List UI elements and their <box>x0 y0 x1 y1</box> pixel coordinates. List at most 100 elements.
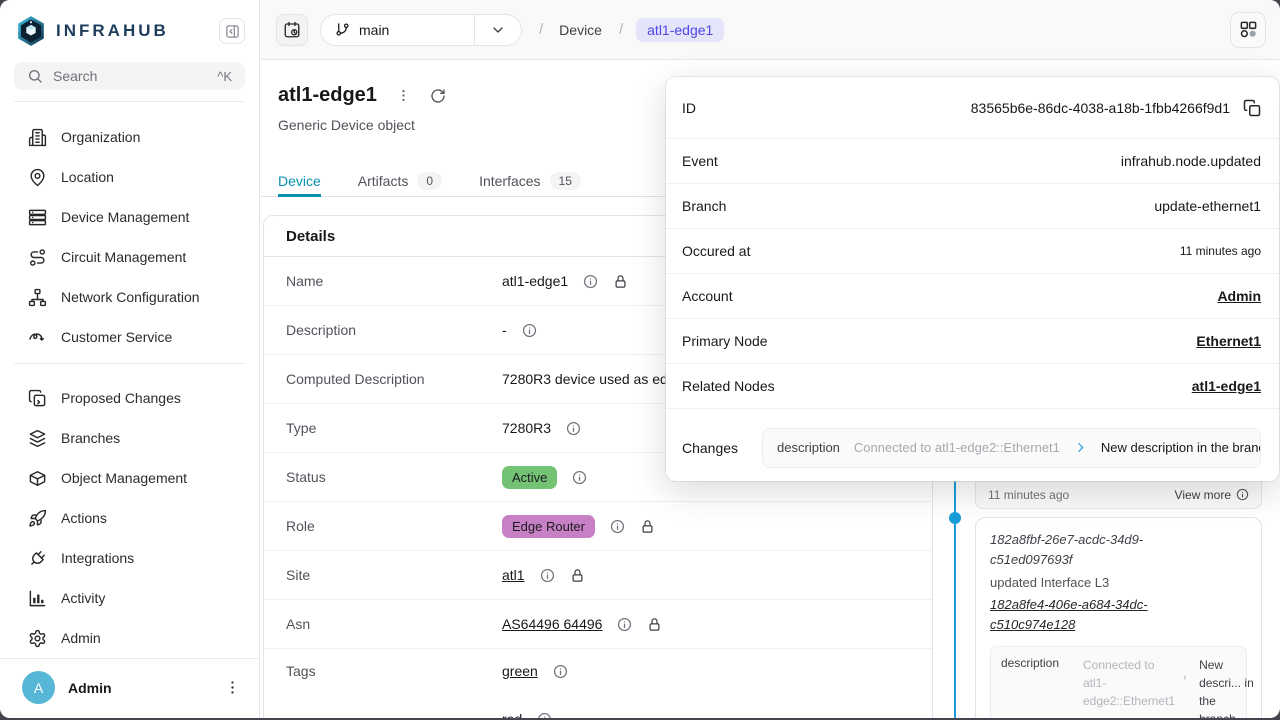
logo-text: INFRAHUB <box>56 21 219 41</box>
refresh-icon[interactable] <box>430 88 446 104</box>
info-icon[interactable] <box>572 470 587 485</box>
sidebar-item-integrations[interactable]: Integrations <box>0 538 259 578</box>
tag-link-green[interactable]: green <box>502 663 538 679</box>
copy-icon[interactable] <box>1243 99 1261 117</box>
sidebar-item-label: Proposed Changes <box>61 390 181 406</box>
diff-icon <box>28 389 47 408</box>
overlay-label: Branch <box>682 198 726 214</box>
layers-icon <box>28 429 47 448</box>
event-node-link[interactable]: 182a8fe4-406e-a684-34dc-c510c974e128 <box>990 595 1222 635</box>
overlay-label: Related Nodes <box>682 378 775 394</box>
detail-value: 7280R3 <box>502 420 551 436</box>
tab-label: Artifacts <box>358 173 409 189</box>
info-icon[interactable] <box>583 274 598 289</box>
tab-badge: 15 <box>550 172 581 190</box>
cube-icon <box>28 469 47 488</box>
event-change-card: description Connected to atl1-edge2::Eth… <box>990 646 1247 718</box>
event-uuid: 83565b6e-86dc-4038-a18b-1fbb4266f9d1 <box>971 100 1230 116</box>
info-icon[interactable] <box>610 519 625 534</box>
chevron-right-icon: › <box>1183 656 1191 683</box>
server-icon <box>28 208 47 227</box>
sidebar-item-proposed-changes[interactable]: Proposed Changes <box>0 378 259 418</box>
overlay-row-id: ID 83565b6e-86dc-4038-a18b-1fbb4266f9d1 <box>666 77 1279 139</box>
page-header: atl1-edge1 <box>278 84 446 107</box>
map-pin-icon <box>28 168 47 187</box>
event-id: 182a8fbf-26e7-acdc-34d9-c51ed097693f <box>990 530 1222 570</box>
calendar-clock-icon <box>283 21 301 39</box>
detail-label: Tags <box>286 663 502 679</box>
sidebar-item-admin[interactable]: Admin <box>0 618 259 658</box>
info-icon[interactable] <box>522 323 537 338</box>
sidebar-item-customer-service[interactable]: Customer Service <box>0 317 259 352</box>
sidebar-item-label: Admin <box>61 630 101 646</box>
sidebar-item-network-configuration[interactable]: Network Configuration <box>0 277 259 317</box>
sidebar-item-device-management[interactable]: Device Management <box>0 197 259 237</box>
view-more-button[interactable]: View more <box>1175 488 1249 502</box>
overlay-row-changes: Changes description Connected to atl1-ed… <box>666 409 1279 486</box>
tab-device[interactable]: Device <box>278 166 321 196</box>
sidebar-item-location[interactable]: Location <box>0 157 259 197</box>
search-input[interactable]: Search ^K <box>14 62 245 90</box>
breadcrumb-current[interactable]: atl1-edge1 <box>636 18 724 42</box>
sidebar-item-object-management[interactable]: Object Management <box>0 458 259 498</box>
lock-icon <box>570 568 585 583</box>
asn-link[interactable]: AS64496 64496 <box>502 616 602 632</box>
site-link[interactable]: atl1 <box>502 567 525 583</box>
info-icon[interactable] <box>617 617 632 632</box>
detail-row-role: Role Edge Router <box>264 502 932 551</box>
view-more-label: View more <box>1175 488 1231 502</box>
detail-label: Computed Description <box>286 371 502 387</box>
lock-icon <box>613 274 628 289</box>
sidebar: INFRAHUB Search ^K Organization Location… <box>0 0 260 718</box>
route-icon <box>28 248 47 267</box>
overlay-row-account: Account Admin <box>666 274 1279 319</box>
sidebar-item-activity[interactable]: Activity <box>0 578 259 618</box>
overlay-row-event: Event infrahub.node.updated <box>666 139 1279 184</box>
primary-node-link[interactable]: Ethernet1 <box>1196 333 1261 349</box>
overlay-label: Occured at <box>682 243 750 259</box>
breadcrumb-section[interactable]: Device <box>559 22 602 38</box>
change-new-value: New descri... in the branch <box>1199 656 1255 718</box>
detail-label: Description <box>286 322 502 338</box>
tab-label: Interfaces <box>479 173 540 189</box>
info-icon[interactable] <box>553 664 568 679</box>
tag-link-red[interactable]: red <box>502 711 522 718</box>
branch-selector[interactable]: main <box>320 14 522 46</box>
sidebar-item-branches[interactable]: Branches <box>0 418 259 458</box>
rocket-icon <box>28 509 47 528</box>
overlay-label: Event <box>682 153 718 169</box>
event-detail-overlay: ID 83565b6e-86dc-4038-a18b-1fbb4266f9d1 … <box>666 77 1279 481</box>
overlay-row-related-nodes: Related Nodes atl1-edge1 <box>666 364 1279 409</box>
gear-icon <box>28 629 47 648</box>
sidebar-item-actions[interactable]: Actions <box>0 498 259 538</box>
tab-label: Device <box>278 173 321 189</box>
related-node-link[interactable]: atl1-edge1 <box>1192 378 1261 394</box>
event-action: updated Interface L3 <box>990 575 1247 590</box>
change-pill: description Connected to atl1-edge2::Eth… <box>762 428 1261 468</box>
search-icon <box>27 68 43 84</box>
schema-button[interactable] <box>1230 12 1266 48</box>
search-shortcut: ^K <box>217 69 232 84</box>
sidebar-item-circuit-management[interactable]: Circuit Management <box>0 237 259 277</box>
event-timestamp: 11 minutes ago <box>988 488 1069 502</box>
search-placeholder: Search <box>53 68 97 84</box>
sidebar-collapse-button[interactable] <box>219 18 245 44</box>
user-menu-kebab-icon[interactable] <box>224 679 241 696</box>
object-menu-kebab-icon[interactable] <box>396 88 411 103</box>
info-icon[interactable] <box>566 421 581 436</box>
change-old-value: Connected to atl1-edge2::Ethernet1 <box>854 440 1060 455</box>
chevron-down-icon <box>490 22 506 38</box>
info-icon[interactable] <box>540 568 555 583</box>
account-link[interactable]: Admin <box>1217 288 1261 304</box>
event-type: infrahub.node.updated <box>1121 153 1261 169</box>
timeline-dot <box>949 512 961 524</box>
info-icon[interactable] <box>537 712 552 719</box>
status-badge: Active <box>502 466 557 489</box>
sidebar-item-organization[interactable]: Organization <box>0 117 259 157</box>
timeframe-button[interactable] <box>276 14 308 46</box>
tab-interfaces[interactable]: Interfaces 15 <box>479 166 581 196</box>
user-row: A Admin <box>0 658 259 718</box>
branch-selector-caret <box>474 15 521 45</box>
component-blocks-icon <box>1239 20 1258 39</box>
tab-artifacts[interactable]: Artifacts0 <box>358 166 442 196</box>
